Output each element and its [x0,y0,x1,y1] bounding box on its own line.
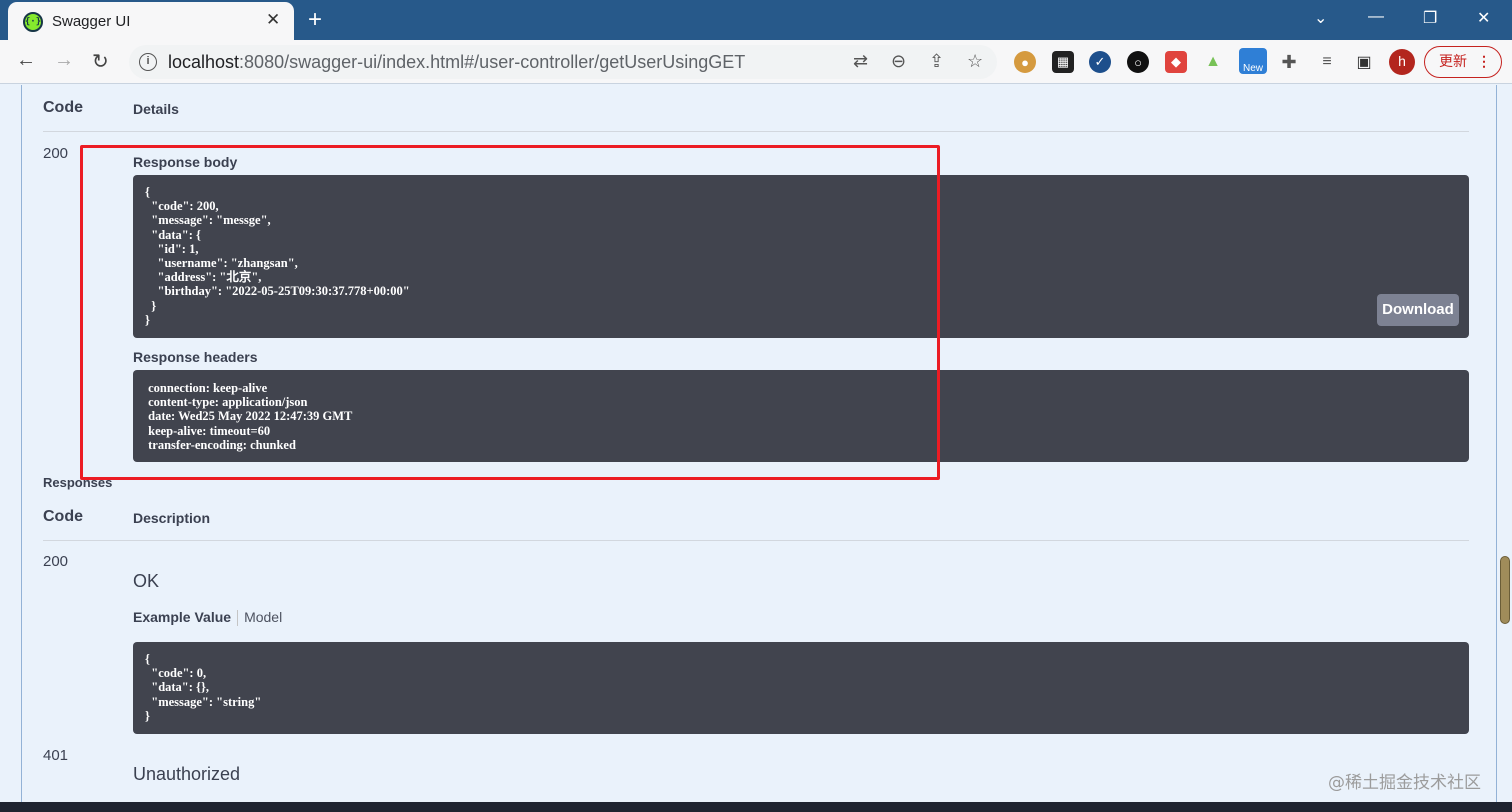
circle-extension-icon[interactable]: ○ [1127,51,1149,73]
response-status-code: 200 [43,145,69,162]
swagger-favicon-icon: {·} [23,12,43,32]
update-label: 更新 [1439,53,1467,69]
watermark-text: @稀土掘金技术社区 [1328,773,1481,793]
update-button[interactable]: 更新 ⋮ [1424,46,1502,78]
check-extension-icon[interactable]: ✓ [1089,51,1111,73]
forward-arrow-icon[interactable]: → [54,49,74,72]
restore-icon[interactable]: ❐ [1423,8,1437,28]
minimize-icon[interactable]: — [1368,8,1384,26]
bookmark-star-icon[interactable]: ☆ [967,51,983,72]
tab-title: Swagger UI [52,13,131,30]
address-bar[interactable]: i localhost:8080/swagger-ui/index.html#/… [129,45,997,79]
response-details-header: Details [133,101,179,117]
opblock-left-border [21,85,22,812]
responses-title: Responses [43,475,113,490]
table-divider [43,131,1469,132]
menu-kebab-icon[interactable]: ⋮ [1477,47,1491,76]
profile-avatar[interactable]: h [1389,49,1415,75]
example-value-code[interactable]: { "code": 0, "data": {}, "message": "str… [133,642,1469,734]
translate-icon[interactable]: ⇄ [853,51,868,72]
responses-description-header: Description [133,510,211,526]
responses-divider [43,540,1469,541]
android-extension-icon[interactable]: ▲ [1202,51,1224,73]
new-tab-button[interactable]: + [308,6,322,34]
reload-icon[interactable]: ↻ [92,49,109,74]
tab-close-icon[interactable]: ✕ [266,10,280,30]
cube-extension-icon[interactable]: ◆ [1165,51,1187,73]
tab-example-value[interactable]: Example Value [133,609,231,625]
tab-model[interactable]: Model [244,609,282,625]
browser-tab-strip: {·} Swagger UI ✕ + ⌄ — ❐ ✕ [0,0,1512,40]
side-panel-icon[interactable]: ▣ [1353,51,1375,73]
new-badge-label: New [1242,63,1263,74]
site-info-icon[interactable]: i [139,53,157,71]
highlight-annotation-box [80,145,940,480]
zoom-out-icon[interactable]: ⊖ [891,51,906,72]
browser-tab[interactable]: {·} Swagger UI ✕ [8,2,294,40]
response-code-header: Code [43,99,83,116]
window-close-icon[interactable]: ✕ [1477,8,1490,28]
tab-search-chevron-icon[interactable]: ⌄ [1314,8,1327,28]
response-description-unauthorized: Unauthorized [133,764,241,784]
qr-code-extension-icon[interactable]: ▦ [1052,51,1074,73]
example-value-text: { "code": 0, "data": {}, "message": "str… [145,652,262,723]
media-queue-icon[interactable]: ≡ [1316,51,1338,73]
back-arrow-icon[interactable]: ← [16,49,36,72]
url-text[interactable]: localhost:8080/swagger-ui/index.html#/us… [168,52,745,73]
browser-toolbar: ← → ↻ i localhost:8080/swagger-ui/index.… [0,40,1512,84]
cookie-extension-icon[interactable]: ● [1014,51,1036,73]
share-icon[interactable]: ⇪ [929,51,944,72]
page-scrollbar-thumb[interactable] [1500,556,1510,624]
new-extension-icon[interactable]: New [1239,48,1267,74]
example-model-tabs: Example Value Model [133,609,282,627]
response-description-ok: OK [133,571,160,591]
os-taskbar [0,802,1512,812]
tab-separator [237,610,239,627]
response-code-401: 401 [43,747,69,764]
download-button[interactable]: Download [1377,294,1459,326]
opblock-right-border [1496,85,1497,812]
responses-code-header: Code [43,508,83,525]
puzzle-extensions-icon[interactable]: ✚ [1278,51,1300,73]
response-code-200: 200 [43,553,69,570]
